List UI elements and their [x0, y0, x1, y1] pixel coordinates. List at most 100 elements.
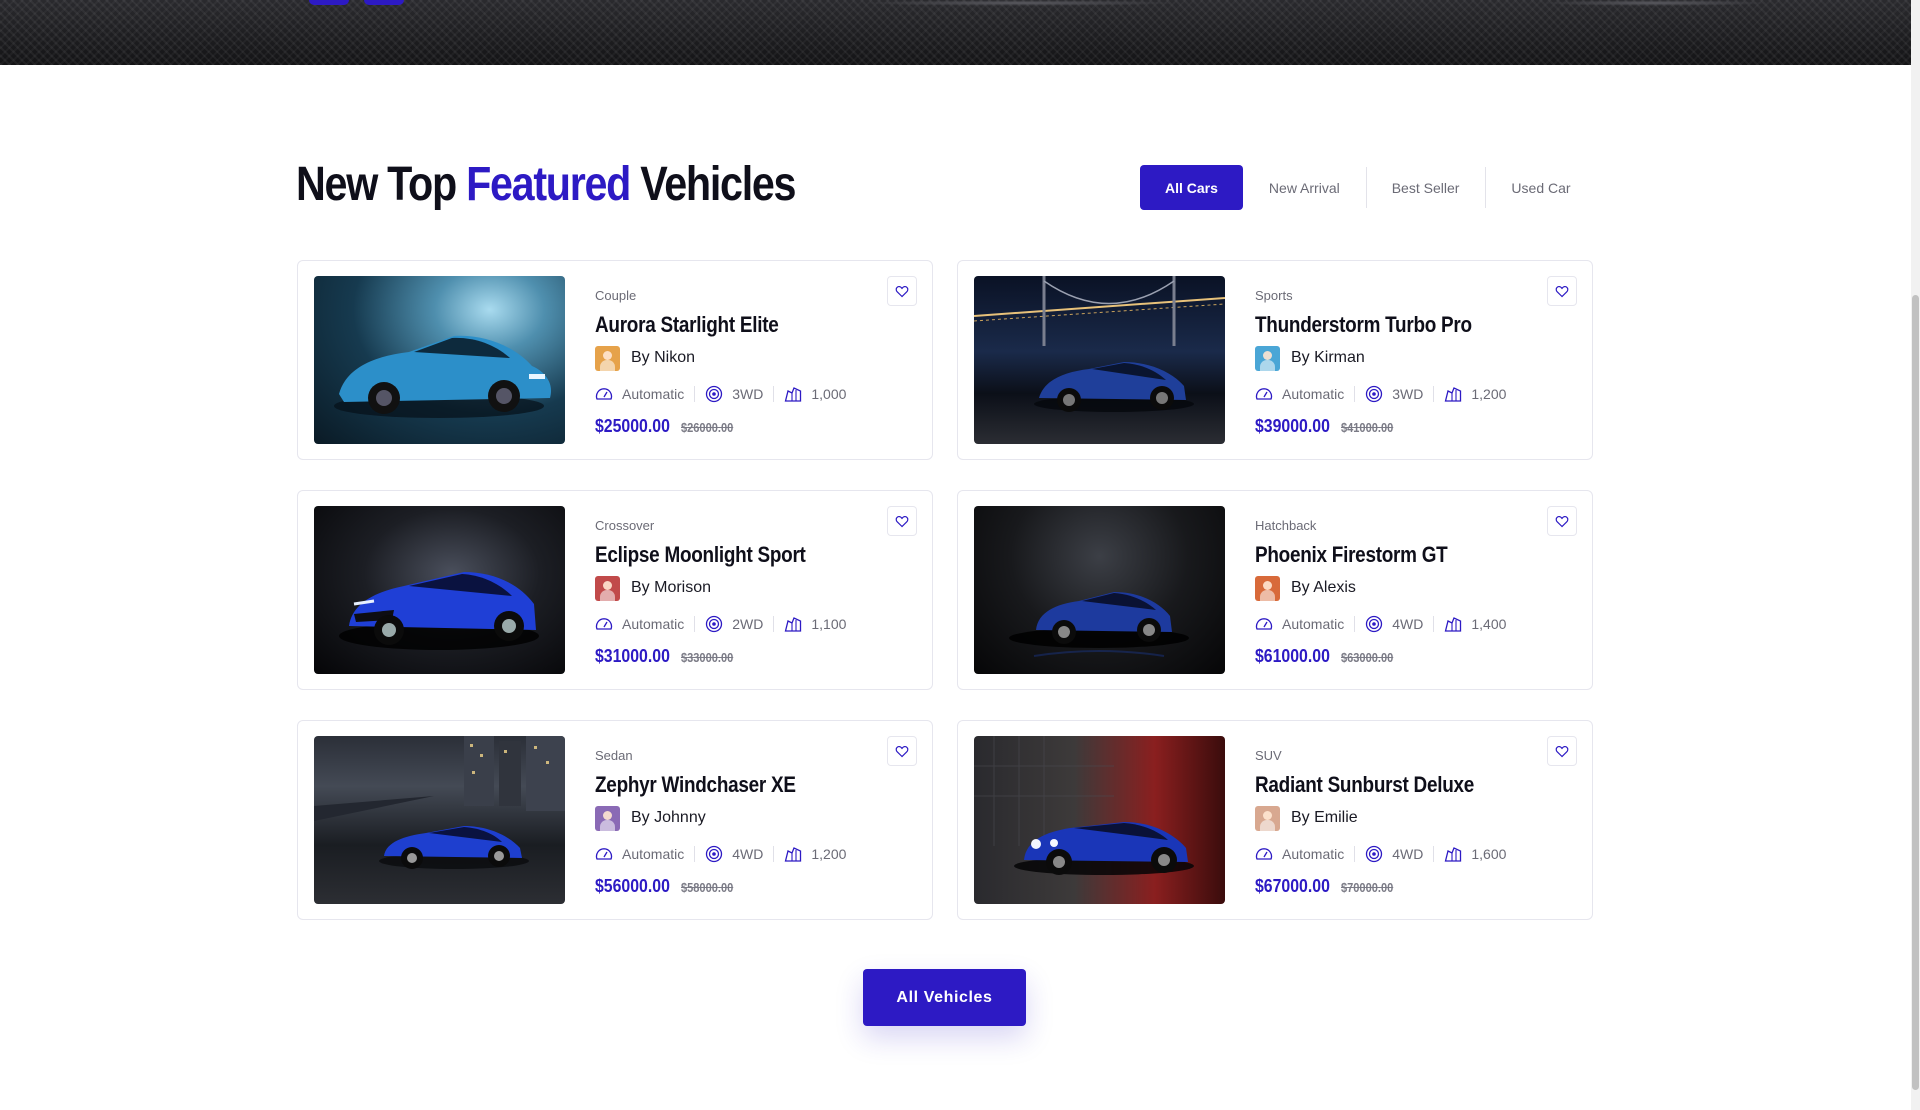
drive-value: 4WD [732, 846, 764, 862]
price: $39000.00 [1255, 416, 1330, 436]
drive-value: 4WD [1392, 616, 1424, 632]
old-price: $33000.00 [681, 650, 734, 665]
seller-avatar [595, 345, 620, 371]
car-photo[interactable] [314, 736, 565, 904]
car-category: Hatchback [1255, 518, 1317, 533]
seller-name[interactable]: By Kirman [1291, 349, 1365, 367]
speedometer-icon [1255, 848, 1273, 860]
mileage-value: 1,400 [1471, 616, 1507, 632]
speedometer-icon [1255, 618, 1273, 630]
seller-avatar [1255, 345, 1280, 371]
car-photo[interactable] [974, 506, 1225, 674]
slider-prev-button[interactable] [309, 0, 349, 5]
seller-name[interactable]: By Morison [631, 579, 711, 597]
mileage-value: 1,100 [811, 616, 847, 632]
vehicle-card[interactable]: Crossover Eclipse Moonlight Sport By Mor… [297, 490, 933, 690]
slider-next-button[interactable] [364, 0, 404, 5]
seller-name[interactable]: By Emilie [1291, 809, 1358, 827]
tab-used-car[interactable]: Used Car [1485, 165, 1596, 210]
wishlist-button[interactable] [1547, 736, 1577, 766]
tab-new-arrival[interactable]: New Arrival [1243, 165, 1366, 210]
page-scrollbar[interactable] [1911, 0, 1920, 1110]
road-map-icon [1445, 387, 1462, 402]
car-photo[interactable] [314, 276, 565, 444]
mileage-value: 1,200 [811, 846, 847, 862]
car-category: Couple [595, 288, 637, 303]
mileage-value: 1,200 [1471, 386, 1507, 402]
target-icon [706, 615, 723, 633]
wishlist-button[interactable] [1547, 276, 1577, 306]
vehicle-card[interactable]: Sedan Zephyr Windchaser XE By Johnny Aut… [297, 720, 933, 920]
heart-icon [1555, 745, 1569, 757]
car-name[interactable]: Thunderstorm Turbo Pro [1255, 312, 1472, 338]
seller-name[interactable]: By Johnny [631, 809, 706, 827]
road-map-icon [785, 617, 802, 632]
mileage-value: 1,600 [1471, 846, 1507, 862]
section-title: New Top Featured Vehicles [296, 152, 797, 218]
target-icon [1366, 845, 1383, 863]
wishlist-button[interactable] [887, 276, 917, 306]
price: $67000.00 [1255, 876, 1330, 896]
price: $61000.00 [1255, 646, 1330, 666]
tab-best-seller[interactable]: Best Seller [1365, 165, 1486, 210]
target-icon [1366, 615, 1383, 633]
seller-name[interactable]: By Alexis [1291, 579, 1356, 597]
speedometer-icon [595, 848, 613, 860]
old-price: $41000.00 [1341, 420, 1394, 435]
target-icon [706, 385, 723, 403]
hero-car-image [1540, 0, 1770, 6]
transmission-value: Automatic [622, 386, 685, 402]
heart-icon [895, 285, 909, 297]
road-map-icon [1445, 617, 1462, 632]
all-vehicles-button[interactable]: All Vehicles [863, 969, 1026, 1026]
drive-value: 3WD [732, 386, 764, 402]
heart-icon [895, 745, 909, 757]
price: $25000.00 [595, 416, 670, 436]
seller-avatar [595, 805, 620, 831]
car-category: Sports [1255, 288, 1293, 303]
old-price: $70000.00 [1341, 880, 1394, 895]
price: $56000.00 [595, 876, 670, 896]
drive-value: 2WD [732, 616, 764, 632]
hero-banner [0, 0, 1911, 65]
car-name[interactable]: Aurora Starlight Elite [595, 312, 811, 338]
transmission-value: Automatic [1282, 616, 1345, 632]
wishlist-button[interactable] [1547, 506, 1577, 536]
drive-value: 4WD [1392, 846, 1424, 862]
scrollbar-thumb[interactable] [1912, 295, 1919, 1090]
vehicle-card[interactable]: SUV Radiant Sunburst Deluxe By Emilie Au… [957, 720, 1593, 920]
car-category: SUV [1255, 748, 1282, 763]
vehicle-card[interactable]: Sports Thunderstorm Turbo Pro By Kirman … [957, 260, 1593, 460]
old-price: $63000.00 [1341, 650, 1394, 665]
road-map-icon [785, 847, 802, 862]
hero-car-image [860, 0, 1180, 6]
vehicle-card[interactable]: Couple Aurora Starlight Elite By Nikon A… [297, 260, 933, 460]
title-prefix: New Top [296, 158, 457, 211]
transmission-value: Automatic [622, 846, 685, 862]
car-name[interactable]: Eclipse Moonlight Sport [595, 542, 811, 568]
car-name[interactable]: Phoenix Firestorm GT [1255, 542, 1471, 568]
car-photo[interactable] [974, 276, 1225, 444]
seller-name[interactable]: By Nikon [631, 349, 695, 367]
car-photo[interactable] [974, 736, 1225, 904]
car-category: Crossover [595, 518, 655, 533]
title-accent: Featured [466, 158, 631, 211]
car-name[interactable]: Radiant Sunburst Deluxe [1255, 772, 1474, 798]
vehicle-card[interactable]: Hatchback Phoenix Firestorm GT By Alexis… [957, 490, 1593, 690]
wishlist-button[interactable] [887, 736, 917, 766]
tab-all-cars[interactable]: All Cars [1140, 165, 1243, 210]
heart-icon [895, 515, 909, 527]
seller-avatar [1255, 805, 1280, 831]
mileage-value: 1,000 [811, 386, 847, 402]
road-map-icon [1445, 847, 1462, 862]
drive-value: 3WD [1392, 386, 1424, 402]
car-photo[interactable] [314, 506, 565, 674]
heart-icon [1555, 515, 1569, 527]
wishlist-button[interactable] [887, 506, 917, 536]
old-price: $58000.00 [681, 880, 734, 895]
transmission-value: Automatic [1282, 386, 1345, 402]
target-icon [1366, 385, 1383, 403]
title-suffix: Vehicles [640, 158, 796, 211]
car-name[interactable]: Zephyr Windchaser XE [595, 772, 811, 798]
seller-avatar [595, 575, 620, 601]
